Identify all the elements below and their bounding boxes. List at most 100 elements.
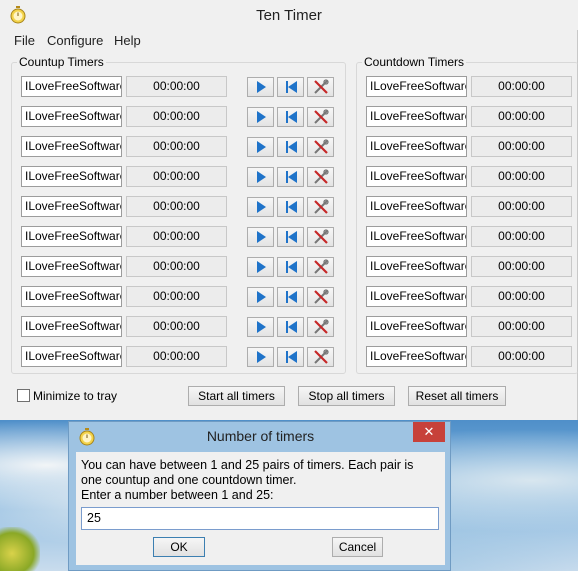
countup-timer-time-display: 00:00:00	[126, 166, 227, 187]
countdown-timer-time-display: 00:00:00	[471, 226, 572, 247]
configure-timer-button[interactable]	[307, 227, 334, 247]
countdown-timer-name-field[interactable]: ILoveFreeSoftware	[366, 196, 467, 217]
minimize-label: Minimize to tray	[33, 389, 118, 403]
countup-timer-name-field[interactable]: ILoveFreeSoftware	[21, 316, 122, 337]
tools-icon	[313, 289, 329, 305]
reset-timer-button[interactable]	[277, 167, 304, 187]
menu-help[interactable]: Help	[114, 33, 141, 48]
countdown-timer-name-field[interactable]: ILoveFreeSoftware	[366, 226, 467, 247]
tools-icon	[313, 349, 329, 365]
countdown-timer-name-field[interactable]: ILoveFreeSoftware	[366, 136, 467, 157]
countup-timer-time-display: 00:00:00	[126, 256, 227, 277]
menu-file[interactable]: File	[14, 33, 35, 48]
countup-timer-name-field[interactable]: ILoveFreeSoftware	[21, 346, 122, 367]
play-icon	[256, 81, 266, 93]
start-timer-button[interactable]	[247, 167, 274, 187]
menu-configure[interactable]: Configure	[47, 33, 103, 48]
start-timer-button[interactable]	[247, 197, 274, 217]
play-icon	[256, 171, 266, 183]
configure-timer-button[interactable]	[307, 167, 334, 187]
countdown-timer-name-field[interactable]: ILoveFreeSoftware	[366, 106, 467, 127]
start-timer-button[interactable]	[247, 347, 274, 367]
reset-timer-button[interactable]	[277, 347, 304, 367]
dialog-message-line1: You can have between 1 and 25 pairs of t…	[81, 458, 414, 472]
countup-timer-name-field[interactable]: ILoveFreeSoftware	[21, 256, 122, 277]
countup-timer-name-field[interactable]: ILoveFreeSoftware	[21, 286, 122, 307]
start-timer-button[interactable]	[247, 287, 274, 307]
dialog-title: Number of timers	[206, 428, 315, 444]
play-icon	[256, 291, 266, 303]
close-icon: ✕	[423, 424, 435, 439]
desktop-leaf	[0, 527, 40, 571]
tools-icon	[313, 259, 329, 275]
start-timer-button[interactable]	[247, 227, 274, 247]
reset-timer-button[interactable]	[277, 317, 304, 337]
play-icon	[256, 111, 266, 123]
configure-timer-button[interactable]	[307, 77, 334, 97]
countup-timer-name-field[interactable]: ILoveFreeSoftware	[21, 136, 122, 157]
configure-timer-button[interactable]	[307, 347, 334, 367]
tools-icon	[313, 229, 329, 245]
cancel-button[interactable]: Cancel	[332, 537, 383, 557]
reset-timer-button[interactable]	[277, 77, 304, 97]
start-timer-button[interactable]	[247, 107, 274, 127]
skip-to-start-icon	[285, 261, 297, 273]
minimize-checkbox[interactable]	[17, 389, 30, 402]
reset-timer-button[interactable]	[277, 227, 304, 247]
countdown-timer-time-display: 00:00:00	[471, 286, 572, 307]
tools-icon	[313, 319, 329, 335]
skip-to-start-icon	[285, 231, 297, 243]
start-timer-button[interactable]	[247, 257, 274, 277]
reset-all-button[interactable]: Reset all timers	[408, 386, 506, 406]
countup-timer-name-field[interactable]: ILoveFreeSoftware	[21, 106, 122, 127]
play-icon	[256, 321, 266, 333]
reset-timer-button[interactable]	[277, 107, 304, 127]
configure-timer-button[interactable]	[307, 257, 334, 277]
title-bar[interactable]: Ten Timer	[0, 0, 578, 30]
countup-timer-name-field[interactable]: ILoveFreeSoftware	[21, 166, 122, 187]
skip-to-start-icon	[285, 171, 297, 183]
countup-timer-time-display: 00:00:00	[126, 136, 227, 157]
countdown-timer-name-field[interactable]: ILoveFreeSoftware	[366, 286, 467, 307]
countup-group-label: Countup Timers	[17, 55, 106, 69]
skip-to-start-icon	[285, 291, 297, 303]
configure-timer-button[interactable]	[307, 317, 334, 337]
play-icon	[256, 261, 266, 273]
configure-timer-button[interactable]	[307, 107, 334, 127]
tools-icon	[313, 109, 329, 125]
stop-all-button[interactable]: Stop all timers	[298, 386, 395, 406]
timer-count-input[interactable]: 25	[81, 507, 439, 530]
countdown-timer-name-field[interactable]: ILoveFreeSoftware	[366, 256, 467, 277]
countup-timer-name-field[interactable]: ILoveFreeSoftware	[21, 76, 122, 97]
countup-timer-name-field[interactable]: ILoveFreeSoftware	[21, 196, 122, 217]
start-timer-button[interactable]	[247, 77, 274, 97]
main-window: Ten Timer File Configure Help Countup Ti…	[0, 0, 578, 420]
start-timer-button[interactable]	[247, 137, 274, 157]
countdown-timer-name-field[interactable]: ILoveFreeSoftware	[366, 316, 467, 337]
skip-to-start-icon	[285, 81, 297, 93]
skip-to-start-icon	[285, 321, 297, 333]
dialog-message-line2: one countup and one countdown timer.	[81, 473, 297, 487]
countdown-timer-name-field[interactable]: ILoveFreeSoftware	[366, 166, 467, 187]
skip-to-start-icon	[285, 351, 297, 363]
configure-timer-button[interactable]	[307, 287, 334, 307]
start-timer-button[interactable]	[247, 317, 274, 337]
reset-timer-button[interactable]	[277, 197, 304, 217]
reset-timer-button[interactable]	[277, 137, 304, 157]
countup-timer-time-display: 00:00:00	[126, 286, 227, 307]
dialog-close-button[interactable]: ✕	[413, 422, 445, 442]
reset-timer-button[interactable]	[277, 257, 304, 277]
countdown-timer-time-display: 00:00:00	[471, 136, 572, 157]
countup-timer-time-display: 00:00:00	[126, 196, 227, 217]
countdown-timer-time-display: 00:00:00	[471, 196, 572, 217]
dialog-message: You can have between 1 and 25 pairs of t…	[81, 458, 436, 503]
countdown-timer-name-field[interactable]: ILoveFreeSoftware	[366, 346, 467, 367]
configure-timer-button[interactable]	[307, 137, 334, 157]
start-all-button[interactable]: Start all timers	[188, 386, 285, 406]
reset-timer-button[interactable]	[277, 287, 304, 307]
ok-button[interactable]: OK	[153, 537, 205, 557]
countdown-timer-name-field[interactable]: ILoveFreeSoftware	[366, 76, 467, 97]
countup-timer-time-display: 00:00:00	[126, 76, 227, 97]
configure-timer-button[interactable]	[307, 197, 334, 217]
countup-timer-name-field[interactable]: ILoveFreeSoftware	[21, 226, 122, 247]
